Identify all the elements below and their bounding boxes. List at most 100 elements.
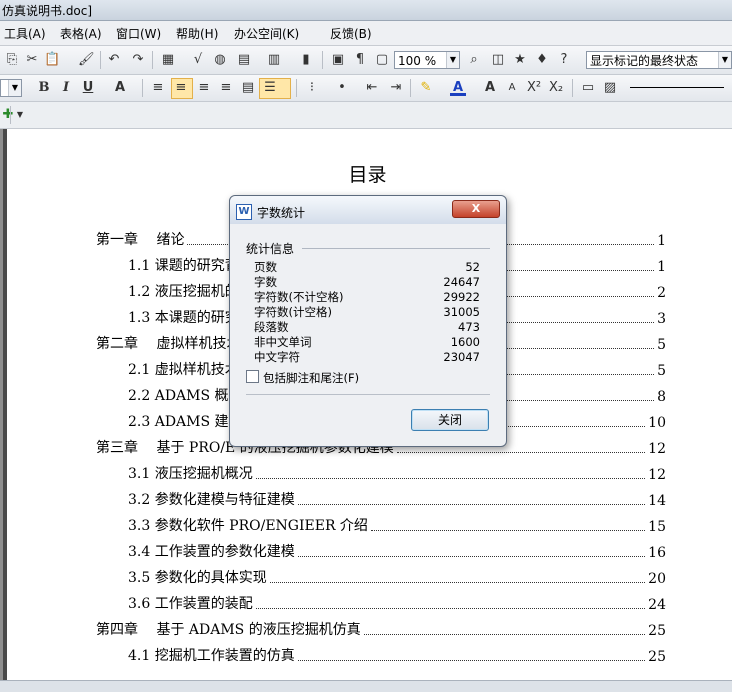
toc-leader-dots: [255, 608, 646, 609]
track-changes-combo[interactable]: 显示标记的最终状态 ▼: [586, 51, 732, 69]
chevron-down-icon[interactable]: ▼: [8, 80, 21, 96]
close-icon[interactable]: X: [452, 200, 500, 218]
toc-leader-dots: [370, 530, 646, 531]
bold-button[interactable]: B: [36, 80, 52, 96]
menu-item[interactable]: 办公空间(K): [234, 25, 299, 42]
underline-button[interactable]: U: [80, 80, 96, 96]
line-style-preview[interactable]: [630, 87, 724, 88]
toc-leader-dots: [297, 504, 646, 505]
toolbar-separator: [142, 79, 143, 97]
toc-page-number: 14: [648, 493, 666, 509]
shirt-icon[interactable]: ♦: [534, 52, 550, 68]
toc-entry-label: 3.5 参数化的具体实现: [128, 570, 267, 586]
distribute-icon[interactable]: ▤: [240, 80, 256, 96]
stat-label: 字符数(计空格): [254, 305, 332, 319]
character-shading-icon[interactable]: A: [112, 80, 128, 96]
highlight-icon[interactable]: ✎: [418, 80, 434, 96]
chevron-down-icon[interactable]: ▼: [12, 107, 28, 123]
toc-entry-label: 第四章 基于 ADAMS 的液压挖掘机仿真: [96, 622, 361, 638]
undo-icon[interactable]: ↶: [106, 52, 122, 68]
menu-item[interactable]: 表格(A): [60, 25, 102, 42]
insert-table-icon[interactable]: ▦: [160, 52, 176, 68]
redo-icon[interactable]: ↷: [130, 52, 146, 68]
insert-picture-icon[interactable]: ▨: [602, 80, 618, 96]
chevron-down-icon[interactable]: ▼: [718, 52, 731, 68]
stat-value: 24647: [443, 275, 480, 289]
star-icon[interactable]: ★: [512, 52, 528, 68]
font-color-button[interactable]: A: [450, 80, 466, 96]
toc-entry-label: 第一章 绪论: [96, 232, 185, 248]
toc-row[interactable]: 4.1 挖掘机工作装置的仿真 25: [96, 645, 666, 665]
show-marks-icon[interactable]: ¶: [352, 52, 368, 68]
chevron-down-icon[interactable]: ▼: [446, 52, 459, 68]
toc-row[interactable]: 3.3 参数化软件 PRO/ENGIEER 介绍 15: [96, 515, 666, 535]
dialog-title: 字数统计: [257, 206, 306, 220]
include-footnotes-checkbox[interactable]: [246, 370, 259, 383]
close-button[interactable]: 关闭: [411, 409, 489, 431]
italic-button[interactable]: I: [58, 80, 74, 96]
align-left-icon[interactable]: ≡: [150, 80, 166, 96]
stat-label: 页数: [254, 260, 277, 274]
shrink-font-icon[interactable]: A: [504, 80, 520, 96]
insert-textbox-icon[interactable]: ▭: [580, 80, 596, 96]
decrease-indent-icon[interactable]: ⇤: [364, 80, 380, 96]
align-center-icon[interactable]: ≡: [173, 80, 189, 96]
stat-row: 字符数(不计空格) 29922: [254, 290, 480, 304]
menu-item[interactable]: 帮助(H): [176, 25, 218, 42]
toc-row[interactable]: 第四章 基于 ADAMS 的液压挖掘机仿真 25: [96, 619, 666, 639]
toolbar-separator: [152, 51, 153, 69]
window-title: 仿真说明书.doc]: [2, 4, 93, 18]
formula-icon[interactable]: √: [190, 52, 206, 68]
line-spacing-icon[interactable]: ☰: [262, 80, 278, 96]
print-preview-icon[interactable]: ▢: [374, 52, 390, 68]
increase-indent-icon[interactable]: ⇥: [388, 80, 404, 96]
menu-item[interactable]: 反馈(B): [330, 25, 372, 42]
align-right-icon[interactable]: ≡: [196, 80, 212, 96]
toolbar-separator: [572, 79, 573, 97]
help-icon[interactable]: ?: [556, 52, 572, 68]
stat-row: 非中文单词 1600: [254, 335, 480, 349]
paste-icon[interactable]: 📋: [44, 52, 60, 68]
formatting-toolbar: ▼ B I U A ≡ ≡ ≡ ≡ ▤ ☰ ⁝ • ⇤ ⇥ ✎ A A A X²…: [0, 75, 732, 102]
window-icon[interactable]: ◫: [490, 52, 506, 68]
subscript-icon[interactable]: X₂: [548, 80, 564, 96]
cut-icon[interactable]: ✂: [24, 52, 40, 68]
toc-page-number: 12: [648, 467, 666, 483]
toc-entry-label: 2.1 虚拟样机技术: [128, 362, 239, 378]
grow-font-icon[interactable]: A: [482, 80, 498, 96]
stat-row: 中文字符 23047: [254, 350, 480, 364]
dialog-titlebar: W 字数统计 X: [230, 196, 506, 224]
stat-row: 页数 52: [254, 260, 480, 274]
toc-row[interactable]: 3.6 工作装置的装配 24: [96, 593, 666, 613]
menu-item[interactable]: 工具(A): [4, 25, 46, 42]
menu-bar: 工具(A) 表格(A) 窗口(W) 帮助(H) 办公空间(K) 反馈(B): [0, 21, 732, 46]
dialog-divider: [246, 394, 490, 395]
toc-row[interactable]: 3.1 液压挖掘机概况 12: [96, 463, 666, 483]
toc-row[interactable]: 3.4 工作装置的参数化建模 16: [96, 541, 666, 561]
toc-leader-dots: [269, 582, 646, 583]
format-painter-icon[interactable]: 🖌: [78, 52, 95, 68]
search-icon[interactable]: ⌕: [466, 52, 482, 68]
columns-icon[interactable]: ▥: [266, 52, 282, 68]
wps-logo-icon: W: [236, 204, 252, 220]
chart-icon[interactable]: ▮: [298, 52, 314, 68]
toc-row[interactable]: 3.2 参数化建模与特征建模 14: [96, 489, 666, 509]
menu-item[interactable]: 窗口(W): [116, 25, 161, 42]
document-map-icon[interactable]: ▣: [330, 52, 346, 68]
stat-label: 中文字符: [254, 350, 300, 364]
bullets-icon[interactable]: •: [334, 80, 350, 96]
superscript-icon[interactable]: X²: [526, 80, 542, 96]
zoom-combo[interactable]: 100 % ▼: [394, 51, 460, 69]
include-footnotes-label[interactable]: 包括脚注和尾注(F): [263, 370, 359, 386]
group-divider: [302, 248, 490, 249]
font-size-combo[interactable]: ▼: [0, 79, 22, 97]
zoom-value: 100 %: [398, 54, 437, 68]
stat-value: 1600: [450, 335, 480, 349]
toc-page-number: 25: [648, 623, 666, 639]
numbering-icon[interactable]: ⁝: [304, 80, 320, 96]
toc-row[interactable]: 3.5 参数化的具体实现 20: [96, 567, 666, 587]
justify-icon[interactable]: ≡: [218, 80, 234, 96]
table-icon[interactable]: ▤: [236, 52, 252, 68]
copy-icon[interactable]: ⎘: [4, 52, 20, 68]
web-icon[interactable]: ◍: [212, 52, 228, 68]
